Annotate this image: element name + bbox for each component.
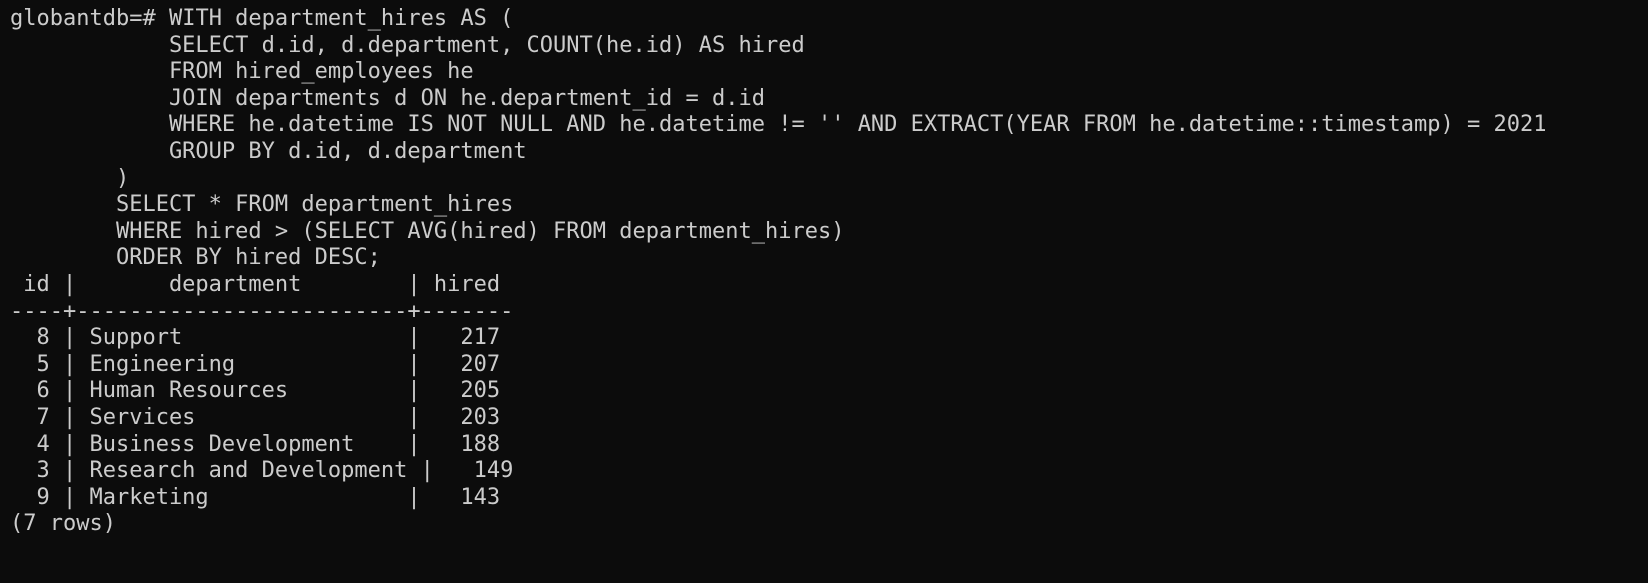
- result-row: 8 | Support | 217: [10, 325, 501, 351]
- result-row: 4 | Business Development | 188: [10, 431, 501, 457]
- query-line: ): [10, 165, 130, 191]
- result-row: 3 | Research and Development | 149: [10, 458, 514, 484]
- terminal-window[interactable]: globantdb=# WITH department_hires AS ( S…: [0, 0, 1648, 583]
- result-header: id | department | hired: [10, 271, 501, 297]
- result-row: 9 | Marketing | 143: [10, 484, 501, 510]
- query-line: WHERE hired > (SELECT AVG(hired) FROM de…: [10, 218, 845, 244]
- prompt: globantdb=#: [10, 6, 169, 31]
- query-line-first: globantdb=# WITH department_hires AS (: [10, 6, 1648, 33]
- result-row: 5 | Engineering | 207: [10, 351, 501, 377]
- query-line: FROM hired_employees he: [10, 59, 474, 85]
- result-row: 7 | Services | 203: [10, 404, 501, 430]
- query-line: SELECT d.id, d.department, COUNT(he.id) …: [10, 32, 805, 58]
- query-line: JOIN departments d ON he.department_id =…: [10, 85, 765, 111]
- query-line: GROUP BY d.id, d.department: [10, 138, 527, 164]
- query-line: ORDER BY hired DESC;: [10, 245, 381, 271]
- query-text: WITH department_hires AS (: [168, 6, 514, 31]
- row-count-footer: (7 rows): [10, 511, 116, 537]
- result-separator: ----+-------------------------+-------: [10, 298, 514, 324]
- query-line: SELECT * FROM department_hires: [10, 192, 514, 218]
- query-line: WHERE he.datetime IS NOT NULL AND he.dat…: [10, 112, 1547, 138]
- result-row: 6 | Human Resources | 205: [10, 378, 501, 404]
